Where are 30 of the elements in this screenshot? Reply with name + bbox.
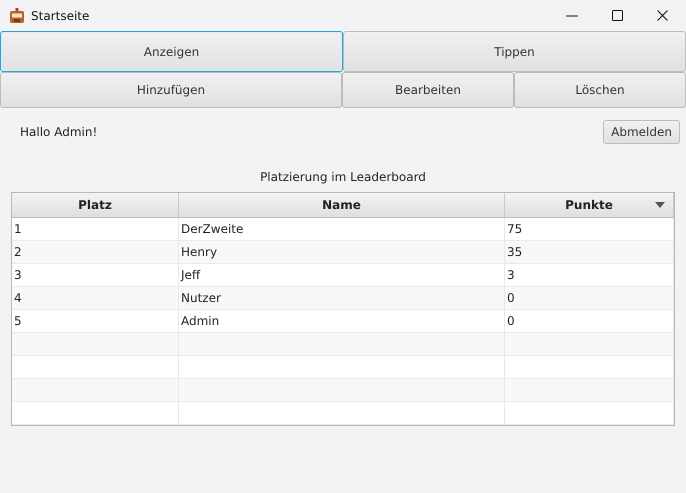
column-header[interactable]: Platz xyxy=(12,193,178,217)
app-icon xyxy=(9,8,25,24)
table-cell: 5 xyxy=(12,309,178,332)
table-cell: 4 xyxy=(12,286,178,309)
nav-button[interactable]: Hinzufügen xyxy=(0,72,342,108)
table-caption: Platzierung im Leaderboard xyxy=(259,170,427,186)
nav-button[interactable]: Löschen xyxy=(514,72,686,108)
nav-button[interactable]: Bearbeiten xyxy=(342,72,514,108)
table-cell: 75 xyxy=(504,217,674,240)
nav-button[interactable]: Tippen xyxy=(343,31,686,72)
maximize-icon[interactable] xyxy=(612,10,623,21)
table-cell: DerZweite xyxy=(178,217,504,240)
table-cell: 2 xyxy=(12,240,178,263)
table-cell: Henry xyxy=(178,240,504,263)
window-title: Startseite xyxy=(31,8,90,22)
table-cell: Admin xyxy=(178,309,504,332)
table-cell: Nutzer xyxy=(178,286,504,309)
table-cell: 35 xyxy=(504,240,674,263)
table-cell: 0 xyxy=(504,309,674,332)
table-cell: 3 xyxy=(12,263,178,286)
greeting-text: Hallo Admin! xyxy=(20,125,98,139)
logout-button[interactable]: Abmelden xyxy=(603,120,680,144)
table-cell: 3 xyxy=(504,263,674,286)
table-cell: 0 xyxy=(504,286,674,309)
table-cell: 1 xyxy=(12,217,178,240)
column-header[interactable]: Punkte xyxy=(504,193,674,217)
table-cell: Jeff xyxy=(178,263,504,286)
nav-button[interactable]: Anzeigen xyxy=(0,31,343,72)
close-icon[interactable] xyxy=(657,10,668,21)
column-header[interactable]: Name xyxy=(178,193,504,217)
